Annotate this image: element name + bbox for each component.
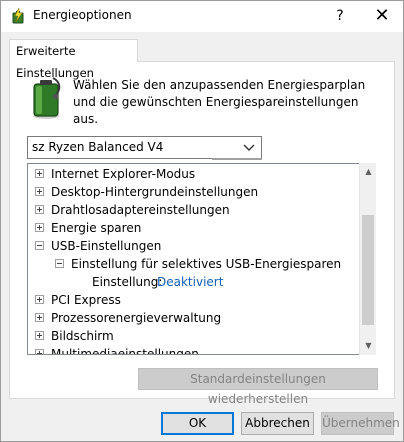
- expand-icon[interactable]: [35, 223, 44, 232]
- expand-icon[interactable]: [35, 187, 44, 196]
- tab-advanced-settings[interactable]: Erweiterte Einstellungen: [9, 39, 138, 80]
- ok-button[interactable]: OK: [161, 412, 234, 435]
- scrollbar-thumb[interactable]: [362, 215, 374, 325]
- setting-value-link[interactable]: Deaktiviert: [157, 273, 223, 291]
- description-text: Wählen Sie den anzupassenden Energiespar…: [73, 78, 366, 126]
- select-focus-underline: [212, 158, 262, 160]
- title-bar: Energieoptionen ? ✕: [1, 1, 403, 32]
- scroll-down-arrow-icon[interactable]: ▼: [360, 337, 377, 354]
- power-plan-select[interactable]: sz Ryzen Balanced V4: [27, 136, 262, 159]
- apply-button[interactable]: Übernehmen: [321, 412, 400, 435]
- scroll-up-arrow-icon[interactable]: ▲: [360, 163, 377, 180]
- collapse-icon[interactable]: [35, 241, 44, 250]
- energy-options-dialog: Energieoptionen ? ✕ Erweiterte Einstellu…: [0, 0, 404, 442]
- power-options-icon: [12, 7, 24, 24]
- settings-tree: Internet Explorer-Modus Desktop-Hintergr…: [27, 163, 376, 355]
- expand-icon[interactable]: [35, 295, 44, 304]
- expand-icon[interactable]: [35, 169, 44, 178]
- expand-icon[interactable]: [35, 313, 44, 322]
- restore-defaults-button[interactable]: Standardeinstellungen wiederherstellen: [138, 368, 378, 406]
- cancel-button[interactable]: Abbrechen: [241, 412, 314, 435]
- chevron-down-icon: [243, 144, 255, 151]
- expand-icon[interactable]: [35, 331, 44, 340]
- close-button[interactable]: ✕: [361, 1, 403, 32]
- expand-icon[interactable]: [35, 205, 44, 214]
- expand-icon[interactable]: [35, 349, 44, 354]
- collapse-icon[interactable]: [55, 259, 64, 268]
- help-button[interactable]: ?: [321, 1, 359, 32]
- window-title: Energieoptionen: [33, 8, 132, 22]
- tree-scrollbar[interactable]: ▲ ▼: [359, 163, 376, 355]
- power-plan-select-value: sz Ryzen Balanced V4: [32, 140, 164, 154]
